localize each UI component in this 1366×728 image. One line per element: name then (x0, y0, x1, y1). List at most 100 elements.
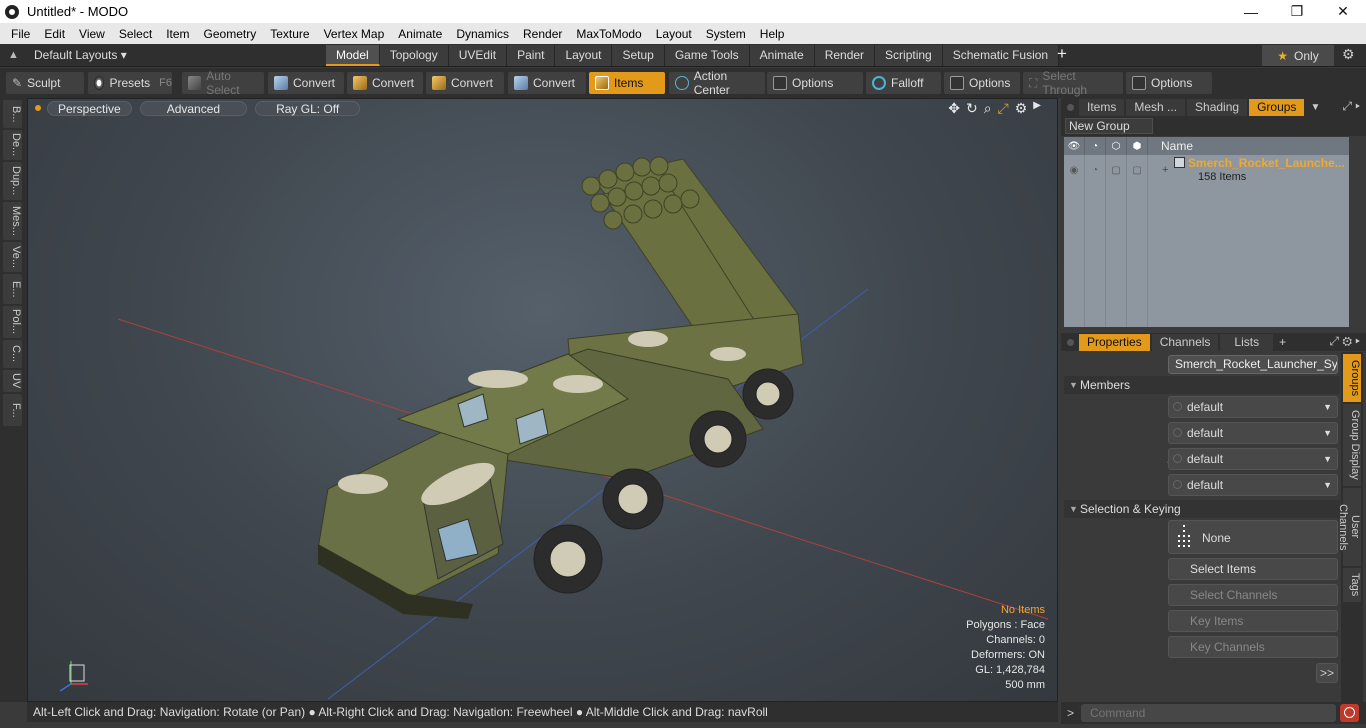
tab-model[interactable]: Model (326, 45, 380, 66)
shading-dropdown[interactable]: Advanced (139, 100, 248, 116)
left-tab-edge[interactable]: E... (3, 274, 22, 304)
fit-icon[interactable]: ⤢ (998, 100, 1009, 117)
render-toggle-icon[interactable]: ◔ (1085, 155, 1106, 327)
close-button[interactable]: ✕ (1320, 0, 1366, 23)
tab-animate[interactable]: Animate (749, 45, 815, 66)
pan-icon[interactable]: ✥ (948, 100, 960, 117)
side-tab-groups[interactable]: Groups (1343, 354, 1361, 402)
presets-button[interactable]: Presets F6 (88, 72, 172, 94)
items-mode-button[interactable]: Items (589, 72, 665, 94)
selection-keying-section-header[interactable]: ▼ Selection & Keying (1064, 500, 1340, 518)
members-section-header[interactable]: ▼ Members (1064, 376, 1340, 394)
tab-mesh[interactable]: Mesh ... (1126, 98, 1186, 116)
menu-dynamics[interactable]: Dynamics (449, 27, 516, 41)
menu-view[interactable]: View (72, 27, 112, 41)
tab-uvedit[interactable]: UVEdit (448, 45, 508, 66)
convert-button-4[interactable]: Convert (508, 72, 586, 94)
tab-paint[interactable]: Paint (507, 45, 556, 66)
menu-maxtomodo[interactable]: MaxToModo (569, 27, 648, 41)
record-macro-icon[interactable] (1340, 704, 1359, 722)
left-tab-vertex[interactable]: Ve... (3, 242, 22, 272)
auto-select-button[interactable]: Auto Select (182, 69, 264, 97)
left-tab-polygon[interactable]: Pol... (3, 306, 22, 338)
none-button[interactable]: None (1168, 520, 1338, 554)
panel-expand-icon[interactable]: ⤢ ⚙ ▸ (1329, 334, 1360, 349)
tab-channels[interactable]: Channels (1151, 333, 1219, 351)
expand-group-icon[interactable]: + (1162, 164, 1168, 176)
select-channels-button[interactable]: Select Channels (1168, 584, 1338, 606)
group-row[interactable]: ◉ ◔ ▢ ▢ + Smerch_Rocket_Launche... 158 I… (1064, 155, 1349, 327)
left-tab-uv[interactable]: UV (3, 370, 22, 392)
default-layouts-dropdown[interactable]: Default Layouts ▾ (34, 48, 127, 62)
tab-topology[interactable]: Topology (379, 45, 449, 66)
side-tab-group-display[interactable]: Group Display (1343, 404, 1361, 486)
locked-dropdown[interactable]: default ▼ (1168, 474, 1338, 496)
lock-column-icon[interactable]: ⬢ (1127, 137, 1148, 155)
minimize-button[interactable]: — (1228, 0, 1274, 23)
menu-select[interactable]: Select (112, 27, 159, 41)
action-center-button[interactable]: Action Center (669, 69, 765, 97)
convert-button-2[interactable]: Convert (347, 72, 423, 94)
panel-menu-icon[interactable] (1067, 338, 1074, 346)
panel-expand-icon[interactable]: ⤢ ▸ (1342, 99, 1360, 114)
tab-scripting[interactable]: Scripting (875, 45, 943, 66)
view-mode-dropdown[interactable]: Perspective (47, 100, 132, 116)
key-items-button[interactable]: Key Items (1168, 610, 1338, 632)
menu-texture[interactable]: Texture (263, 27, 316, 41)
action-center-options-button[interactable]: Options (767, 72, 863, 94)
key-channels-button[interactable]: Key Channels (1168, 636, 1338, 658)
select-items-button[interactable]: Select Items (1168, 558, 1338, 580)
viewport-expand-icon[interactable]: ▶ (1033, 100, 1041, 117)
add-layout-tab-button[interactable]: + (1057, 44, 1067, 64)
tab-schematic-fusion[interactable]: Schematic Fusion (942, 45, 1060, 66)
viewport-settings-icon[interactable]: ⚙ (1015, 100, 1028, 117)
render-dropdown[interactable]: default ▼ (1168, 422, 1338, 444)
name-column-header[interactable]: Name (1148, 139, 1193, 153)
tab-lists[interactable]: Lists (1220, 333, 1274, 351)
command-input[interactable] (1081, 704, 1336, 722)
menu-help[interactable]: Help (753, 27, 792, 41)
visible-dropdown[interactable]: default ▼ (1168, 396, 1338, 418)
menu-render[interactable]: Render (516, 27, 569, 41)
tab-game-tools[interactable]: Game Tools (664, 45, 750, 66)
tab-properties[interactable]: Properties (1079, 333, 1150, 351)
visible-toggle-icon[interactable]: ◉ (1064, 155, 1085, 327)
tab-render[interactable]: Render (814, 45, 876, 66)
menu-edit[interactable]: Edit (37, 27, 72, 41)
only-toggle[interactable]: ★ Only (1262, 45, 1334, 66)
visible-column-icon[interactable]: 👁 (1064, 137, 1085, 155)
layout-collapse-icon[interactable]: ▲ (8, 49, 19, 61)
select-options-button[interactable]: Options (1126, 72, 1212, 94)
more-button[interactable]: >> (1316, 663, 1338, 683)
selectable-dropdown[interactable]: default ▼ (1168, 448, 1338, 470)
select-toggle[interactable]: ▢ (1106, 155, 1127, 327)
convert-button-1[interactable]: Convert (268, 72, 344, 94)
tab-layout[interactable]: Layout (555, 45, 613, 66)
3d-viewport[interactable]: Perspective Advanced Ray GL: Off ✥ ↻ ⌕ ⤢… (27, 98, 1058, 702)
left-tab-mesh[interactable]: Mes... (3, 202, 22, 240)
select-through-button[interactable]: ⛶ Select Through (1023, 69, 1123, 97)
maximize-button[interactable]: ❐ (1274, 0, 1320, 23)
select-column-icon[interactable]: ⬡ (1106, 137, 1127, 155)
tab-setup[interactable]: Setup (612, 45, 665, 66)
left-tab-deform[interactable]: De... (3, 130, 22, 160)
side-tab-tags[interactable]: Tags (1343, 568, 1361, 602)
left-tab-curve[interactable]: C... (3, 340, 22, 368)
group-name-field[interactable]: Smerch_Rocket_Launcher_Syste (1168, 355, 1338, 374)
lock-toggle[interactable]: ▢ (1127, 155, 1148, 327)
left-tab-fusion[interactable]: F... (3, 394, 22, 426)
rotate-icon[interactable]: ↻ (966, 100, 978, 117)
falloff-button[interactable]: Falloff (866, 72, 941, 94)
viewport-menu-icon[interactable] (35, 105, 41, 111)
tab-shading[interactable]: Shading (1187, 98, 1248, 116)
raygl-toggle[interactable]: Ray GL: Off (255, 100, 361, 116)
tab-dropdown-icon[interactable]: ▼ (1310, 102, 1320, 113)
add-properties-tab-button[interactable]: + (1279, 335, 1286, 349)
menu-geometry[interactable]: Geometry (197, 27, 264, 41)
zoom-icon[interactable]: ⌕ (984, 100, 992, 117)
tab-groups[interactable]: Groups (1249, 98, 1305, 116)
left-tab-basic[interactable]: B... (3, 100, 22, 128)
convert-button-3[interactable]: Convert (426, 72, 504, 94)
sculpt-button[interactable]: ✎ Sculpt (6, 72, 84, 94)
gear-icon[interactable]: ⚙ (1342, 46, 1355, 63)
